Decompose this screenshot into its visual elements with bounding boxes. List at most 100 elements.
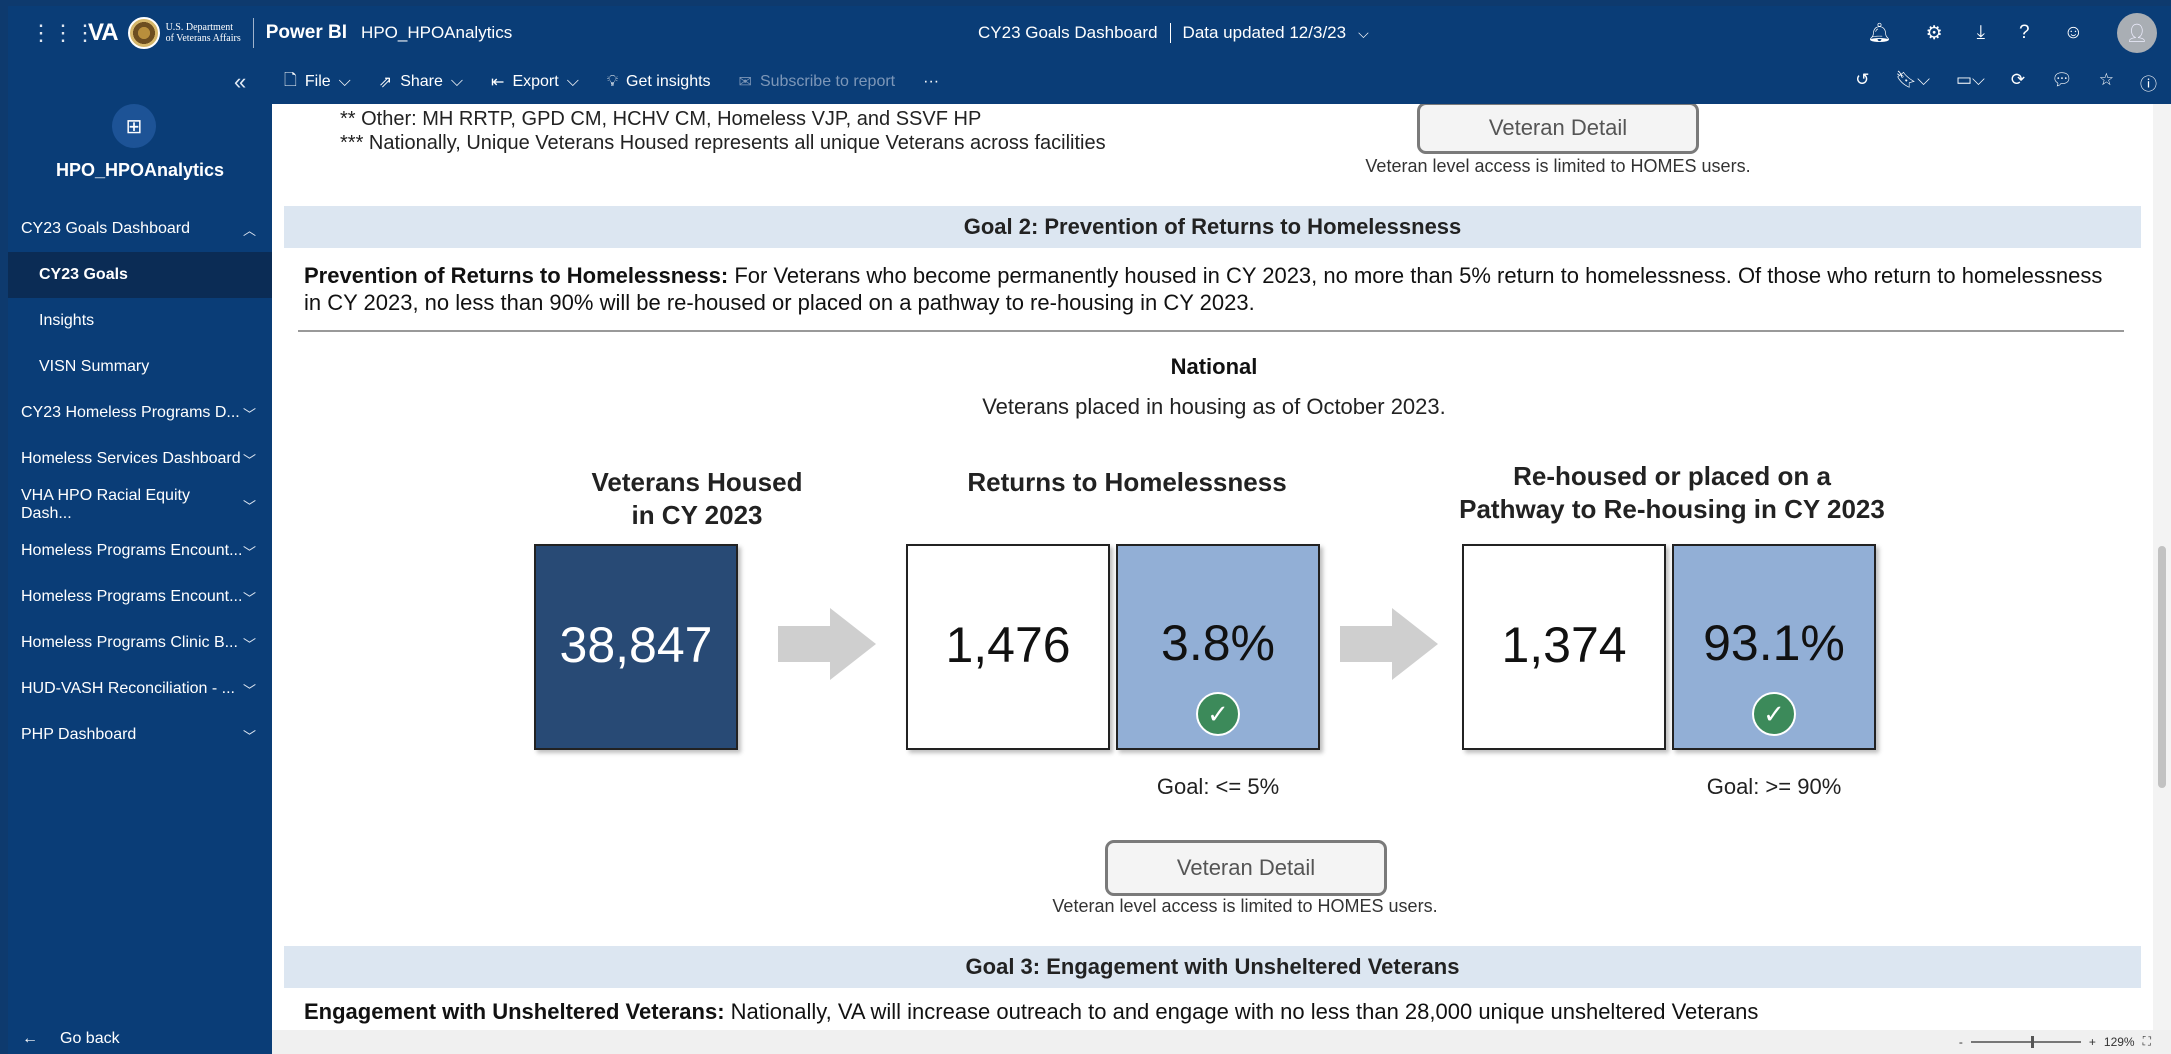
footnote-unique: *** Nationally, Unique Veterans Housed r… bbox=[340, 132, 1106, 154]
nav-item-clinic[interactable]: Homeless Programs Clinic B... ﹀ bbox=[8, 620, 272, 666]
get-insights-button[interactable]: 💡︎ Get insights bbox=[607, 73, 711, 91]
veterans-housed-heading: Veterans Housed in CY 2023 bbox=[591, 467, 803, 530]
go-back-link[interactable]: ← Go back bbox=[22, 1030, 120, 1048]
nav-item-encounters-1[interactable]: Homeless Programs Encount... ﹀ bbox=[8, 528, 272, 574]
veteran-detail-note-top: Veteran level access is limited to HOMES… bbox=[1365, 156, 1751, 176]
goal3-header: Goal 3: Engagement with Unsheltered Vete… bbox=[284, 946, 2141, 988]
subscribe-icon: ✉︎ bbox=[738, 74, 752, 91]
nav-item-visn-summary[interactable]: VISN Summary bbox=[8, 344, 272, 390]
info-icon[interactable]: ⓘ bbox=[2140, 70, 2157, 95]
account-icon[interactable]: 👤︎ bbox=[2117, 13, 2157, 53]
returns-pct-value: 3.8% bbox=[1161, 615, 1275, 671]
chevron-down-icon: ⌵ bbox=[450, 73, 464, 90]
report-title-menu[interactable]: CY23 Goals Dashboard Data updated 12/3/2… bbox=[978, 23, 1369, 43]
workspace-name[interactable]: HPO_HPOAnalytics bbox=[361, 23, 512, 43]
bookmark-icon[interactable]: 🔖︎⌵ bbox=[1895, 70, 1929, 95]
workspace-icon: ⊞ bbox=[112, 104, 156, 148]
export-icon: ⇤ bbox=[491, 74, 505, 91]
nav-item-encounters-2[interactable]: Homeless Programs Encount... ﹀ bbox=[8, 574, 272, 620]
rehoused-heading: Re-housed or placed on a Pathway to Re-ho… bbox=[1459, 461, 1885, 524]
report-toolbar: « 🗋 File ⌵ ⇗ Share ⌵ ⇤ Export ⌵ 💡︎ Get insights… bbox=[8, 60, 2171, 104]
report-canvas: ** Other: MH RRTP, GPD CM, HCHV CM, Home… bbox=[272, 104, 2171, 1030]
export-menu[interactable]: ⇤ Export ⌵ bbox=[491, 72, 579, 92]
file-icon: 🗋 bbox=[284, 71, 297, 89]
va-logo: VA U.S. Department of Veterans Affairs bbox=[88, 17, 241, 49]
lightbulb-icon: 💡︎ bbox=[606, 73, 619, 90]
divider bbox=[252, 18, 254, 48]
divider bbox=[298, 330, 2124, 332]
workspace-title: HPO_HPOAnalytics bbox=[55, 160, 225, 180]
chevron-down-icon: ﹀ bbox=[242, 728, 256, 744]
subscribe-button: ✉︎ Subscribe to report bbox=[738, 73, 896, 91]
share-menu[interactable]: ⇗ Share ⌵ bbox=[379, 72, 463, 92]
goal3-description: Engagement with Unsheltered Veterans: Na… bbox=[304, 999, 1759, 1024]
returns-heading: Returns to Homelessness bbox=[967, 467, 1287, 497]
divider bbox=[1169, 23, 1171, 43]
goal2-header: Goal 2: Prevention of Returns to Homeles… bbox=[284, 206, 2141, 248]
returns-count-card: 1,476 bbox=[906, 544, 1110, 750]
app-name[interactable]: Power BI bbox=[266, 22, 347, 44]
chevron-down-icon: ﹀ bbox=[242, 636, 256, 652]
zoom-in-icon[interactable]: + bbox=[2089, 1035, 2096, 1049]
chevron-down-icon: ﹀ bbox=[242, 498, 256, 514]
help-icon[interactable]: ? bbox=[2019, 22, 2030, 44]
data-updated: Data updated 12/3/23 bbox=[1182, 23, 1347, 42]
refresh-icon[interactable]: ⟳ bbox=[2011, 70, 2025, 95]
top-bar: ⋮⋮⋮ VA U.S. Department of Veterans Affair… bbox=[8, 6, 2171, 60]
rehoused-count-card: 1,374 bbox=[1462, 544, 1666, 750]
returns-pct-card: 3.8% ✓ bbox=[1116, 544, 1320, 750]
veterans-housed-card: 38,847 bbox=[534, 544, 738, 750]
fit-page-icon[interactable]: ⛶ bbox=[2143, 1034, 2151, 1049]
rehoused-goal-label: Goal: >= 90% bbox=[1706, 774, 1842, 799]
more-options-button[interactable]: ··· bbox=[923, 73, 939, 91]
chevron-down-icon: ﹀ bbox=[242, 452, 256, 468]
returns-count-value: 1,476 bbox=[945, 617, 1071, 673]
nav-list: CY23 Goals Dashboard ︿ CY23 Goals Insight… bbox=[8, 206, 272, 758]
va-seal-icon bbox=[127, 17, 160, 49]
chevron-down-icon: ⌵ bbox=[338, 73, 351, 90]
feedback-icon[interactable]: ☺ bbox=[2064, 22, 2083, 44]
favorite-icon[interactable]: ☆ bbox=[2099, 70, 2114, 95]
national-heading: National bbox=[1170, 354, 1258, 379]
arrow-left-icon: ← bbox=[22, 1030, 38, 1047]
left-navigation: ⊞ HPO_HPOAnalytics CY23 Goals Dashboard ︿… bbox=[8, 104, 272, 1054]
checkmark-icon: ✓ bbox=[1752, 692, 1796, 736]
reset-icon[interactable]: ↺ bbox=[1855, 70, 1869, 95]
collapse-nav-icon[interactable]: « bbox=[234, 69, 246, 95]
zoom-out-icon[interactable]: - bbox=[1959, 1035, 1963, 1049]
file-menu[interactable]: 🗋 File ⌵ bbox=[284, 69, 351, 96]
chevron-up-icon: ︿ bbox=[242, 222, 256, 238]
veteran-detail-button-top[interactable]: Veteran Detail bbox=[1417, 104, 1699, 154]
nav-item-cy23-goals-dashboard[interactable]: CY23 Goals Dashboard ︿ bbox=[8, 206, 272, 252]
download-icon[interactable]: ⤓ bbox=[1977, 22, 1985, 44]
report-title: CY23 Goals Dashboard bbox=[978, 23, 1158, 42]
settings-icon[interactable]: ⚙︎ bbox=[1926, 22, 1943, 45]
chevron-down-icon: ⌵ bbox=[566, 73, 579, 90]
rehoused-pct-value: 93.1% bbox=[1703, 615, 1845, 671]
goal2-description: Prevention of Returns to Homelessness: F… bbox=[304, 263, 2103, 315]
checkmark-icon: ✓ bbox=[1196, 692, 1240, 736]
arrow-right-icon bbox=[778, 608, 876, 680]
nav-item-homeless-services[interactable]: Homeless Services Dashboard ﹀ bbox=[8, 436, 272, 482]
scrollbar-thumb[interactable] bbox=[2158, 546, 2166, 788]
notification-icon[interactable]: 🔔︎ bbox=[1867, 21, 1891, 45]
zoom-control[interactable]: - + 129% ⛶ bbox=[1959, 1034, 2151, 1049]
arrow-right-icon bbox=[1340, 608, 1438, 680]
veterans-housed-value: 38,847 bbox=[559, 617, 713, 673]
app-launcher-icon[interactable]: ⋮⋮⋮ bbox=[30, 20, 96, 46]
nav-item-racial-equity[interactable]: VHA HPO Racial Equity Dash... ﹀ bbox=[8, 482, 272, 528]
view-icon[interactable]: ▭⌵ bbox=[1956, 70, 1985, 95]
nav-item-cy23-homeless-programs[interactable]: CY23 Homeless Programs D... ﹀ bbox=[8, 390, 272, 436]
chevron-down-icon: ﹀ bbox=[242, 682, 256, 698]
chevron-down-icon: ﹀ bbox=[242, 406, 256, 422]
national-subtitle: Veterans placed in housing as of October… bbox=[982, 394, 1446, 419]
rehoused-count-value: 1,374 bbox=[1501, 617, 1627, 673]
zoom-slider[interactable] bbox=[1970, 1035, 2081, 1048]
nav-item-php[interactable]: PHP Dashboard ﹀ bbox=[8, 712, 272, 758]
comment-icon[interactable]: 💬︎ bbox=[2051, 70, 2073, 95]
nav-item-insights[interactable]: Insights bbox=[8, 298, 272, 344]
nav-item-cy23-goals[interactable]: CY23 Goals bbox=[8, 252, 272, 298]
veteran-detail-button[interactable]: Veteran Detail bbox=[1105, 840, 1387, 896]
footnote-other: ** Other: MH RRTP, GPD CM, HCHV CM, Home… bbox=[340, 108, 982, 130]
nav-item-hud-vash[interactable]: HUD-VASH Reconciliation - ... ﹀ bbox=[8, 666, 272, 712]
